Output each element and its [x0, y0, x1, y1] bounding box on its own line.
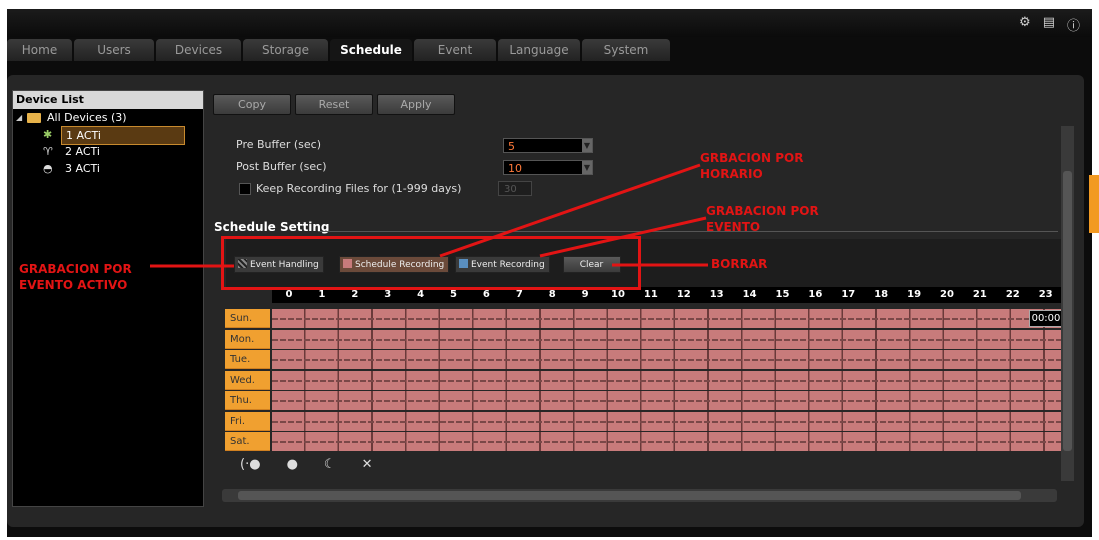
annotation-arrows [150, 163, 708, 268]
